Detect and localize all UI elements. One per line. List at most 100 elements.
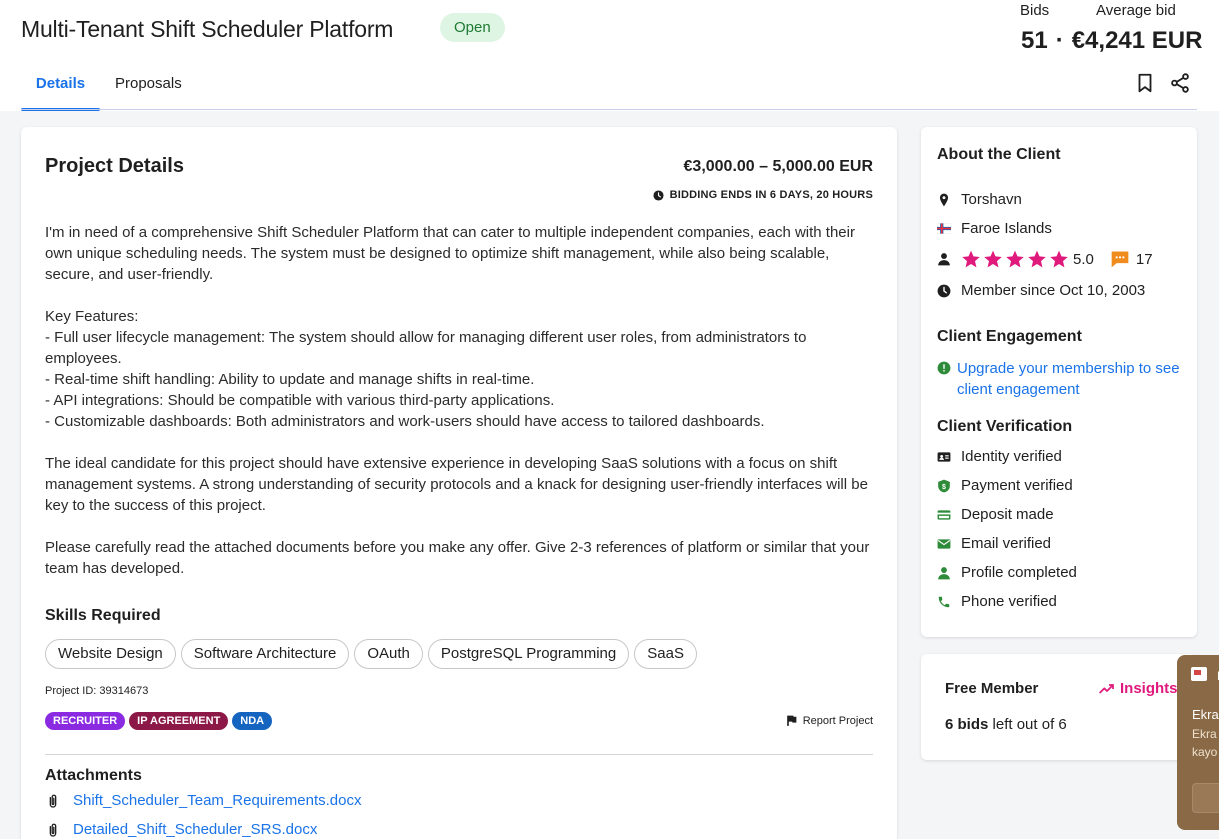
upgrade-membership-link[interactable]: Upgrade your membership to see client en… [937, 358, 1187, 400]
stats-separator: · [1055, 27, 1064, 54]
share-icon[interactable] [1169, 72, 1191, 94]
client-rating: 5.0 17 [937, 249, 1153, 269]
paperclip-icon [49, 794, 57, 808]
verification-label: Email verified [961, 535, 1052, 552]
review-count: 17 [1135, 250, 1153, 268]
bid-stats: 51 · €4,241 EUR [1021, 27, 1202, 55]
attachments-title: Attachments [45, 767, 142, 784]
notification-popup[interactable]: E Ekra Ekra kayo [1177, 655, 1219, 830]
status-badge: Open [440, 13, 505, 42]
verification-label: Payment verified [961, 477, 1073, 494]
verification-label: Identity verified [961, 448, 1062, 465]
clock-icon [937, 284, 951, 297]
profile-icon [938, 566, 950, 579]
upgrade-membership-label: Upgrade your membership to see client en… [957, 360, 1180, 398]
bids-label: Bids [1020, 2, 1050, 19]
bids-left: 6 bids left out of 6 [945, 716, 1067, 733]
client-verification-title: Client Verification [937, 418, 1073, 435]
skills-title: Skills Required [45, 607, 161, 624]
email-icon [937, 538, 951, 549]
about-client-card: About the Client Torshavn Faroe Islands … [921, 127, 1197, 637]
star-icon [1050, 250, 1068, 268]
skill-chip[interactable]: OAuth [354, 639, 423, 669]
tag-nda: NDA [232, 712, 273, 730]
member-since: Member since Oct 10, 2003 [937, 282, 1145, 299]
client-country: Faroe Islands [937, 220, 1052, 237]
report-project-link[interactable]: Report Project [785, 714, 873, 727]
verification-profile: Profile completed [937, 564, 1077, 581]
attachment-name: Shift_Scheduler_Team_Requirements.docx [73, 792, 362, 809]
verification-phone: Phone verified [937, 593, 1057, 610]
client-city: Torshavn [961, 191, 1022, 208]
verification-label: Deposit made [961, 506, 1054, 523]
verification-label: Profile completed [961, 564, 1077, 581]
location-pin-icon [939, 193, 949, 206]
attachments-divider [45, 754, 873, 755]
shield-dollar-icon: $ [938, 479, 950, 492]
insights-link[interactable]: Insights [1099, 680, 1178, 697]
user-icon [938, 253, 950, 266]
feature-item: - Full user lifecycle management: The sy… [45, 329, 807, 367]
feature-item: - API integrations: Should be compatible… [45, 392, 555, 409]
star-icon [1028, 250, 1046, 268]
verification-identity: Identity verified [937, 448, 1062, 465]
bidding-ends-text: BIDDING ENDS IN 6 DAYS, 20 HOURS [669, 189, 873, 201]
membership-card: Free Member Insights 6 bids left out of … [921, 654, 1197, 760]
tab-proposals[interactable]: Proposals [115, 74, 182, 110]
verification-payment: $ Payment verified [937, 477, 1073, 494]
description-paragraph: The ideal candidate for this project sho… [45, 455, 868, 514]
budget-range: €3,000.00 – 5,000.00 EUR [683, 158, 873, 175]
feature-item: - Real-time shift handling: Ability to u… [45, 371, 535, 388]
tab-details-label: Details [35, 75, 86, 92]
project-title: Multi-Tenant Shift Scheduler Platform [21, 16, 394, 42]
tabs-divider [21, 109, 1197, 110]
rating-stars [961, 249, 1069, 269]
feature-item: - Customizable dashboards: Both administ… [45, 413, 765, 430]
about-client-title: About the Client [937, 146, 1061, 163]
paperclip-icon [49, 823, 57, 837]
member-since-text: Member since Oct 10, 2003 [961, 282, 1146, 299]
faroe-flag-icon [937, 223, 951, 234]
description-paragraph: Please carefully read the attached docum… [45, 539, 870, 577]
skill-chip[interactable]: PostgreSQL Programming [427, 639, 630, 669]
tab-details[interactable]: Details [21, 74, 100, 111]
project-id: Project ID: 39314673 [45, 685, 149, 697]
tag-recruiter: RECRUITER [45, 712, 126, 730]
verification-deposit: Deposit made [937, 506, 1054, 523]
phone-icon [938, 596, 950, 607]
review-count-icon [1111, 251, 1129, 268]
alert-circle-icon [937, 361, 951, 375]
notification-button[interactable] [1192, 783, 1219, 813]
project-header: Multi-Tenant Shift Scheduler Platform Op… [0, 0, 1219, 111]
project-description: I'm in need of a comprehensive Shift Sch… [45, 222, 875, 600]
average-bid-value: €4,241 EUR [1071, 27, 1203, 54]
client-country-name: Faroe Islands [961, 220, 1052, 237]
notification-body: Ekra [1192, 727, 1217, 741]
star-icon [962, 250, 980, 268]
verification-label: Phone verified [961, 593, 1057, 610]
verification-email: Email verified [937, 535, 1051, 552]
attachment-link[interactable]: Shift_Scheduler_Team_Requirements.docx [45, 792, 362, 809]
insights-label: Insights [1120, 680, 1178, 697]
attachment-link[interactable]: Detailed_Shift_Scheduler_SRS.docx [45, 821, 317, 838]
skill-chip[interactable]: SaaS [634, 639, 697, 669]
bookmark-icon[interactable] [1134, 72, 1156, 94]
bids-count: 51 [1021, 27, 1048, 54]
screen-record-icon [1191, 667, 1207, 681]
membership-title: Free Member [945, 680, 1039, 697]
star-icon [984, 250, 1002, 268]
notification-body: kayo [1192, 745, 1218, 759]
client-location: Torshavn [937, 191, 1022, 208]
skills-list: Website Design Software Architecture OAu… [45, 639, 697, 669]
project-details-title: Project Details [45, 155, 184, 177]
skill-chip[interactable]: Website Design [45, 639, 176, 669]
attachment-name: Detailed_Shift_Scheduler_SRS.docx [73, 821, 318, 838]
description-paragraph: I'm in need of a comprehensive Shift Sch… [45, 224, 855, 283]
bidding-ends: BIDDING ENDS IN 6 DAYS, 20 HOURS [653, 189, 873, 201]
tag-ip-agreement: IP AGREEMENT [129, 712, 229, 730]
bids-left-count: 6 bids [945, 716, 989, 733]
skill-chip[interactable]: Software Architecture [180, 639, 350, 669]
notification-title: Ekra [1192, 707, 1219, 722]
credit-card-icon [937, 509, 951, 520]
svg-text:$: $ [942, 483, 946, 490]
